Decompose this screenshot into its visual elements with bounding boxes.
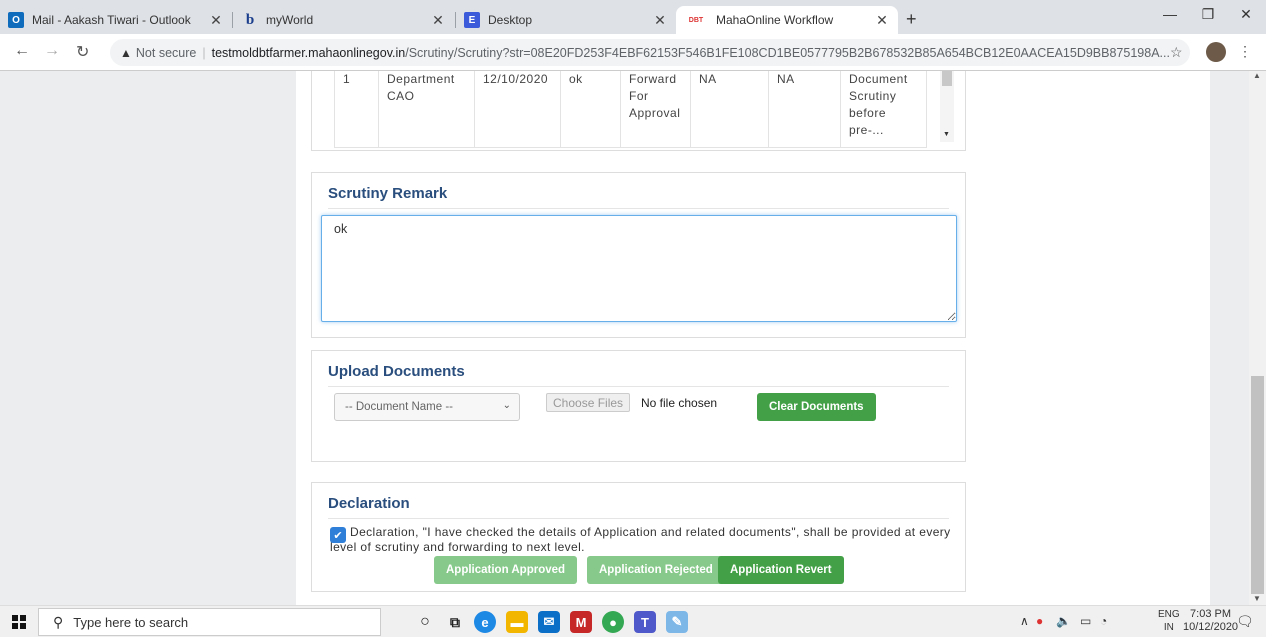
section-title: Upload Documents bbox=[328, 363, 949, 387]
file-status: No file chosen bbox=[641, 396, 718, 410]
scrollbar-thumb[interactable] bbox=[942, 71, 952, 86]
page-content: 1 Department CAO 12/10/2020 ok Forward F… bbox=[296, 71, 1210, 605]
teams-icon[interactable]: T bbox=[634, 611, 656, 633]
application-approved-button[interactable]: Application Approved bbox=[434, 556, 578, 584]
battery-icon[interactable]: ▭ bbox=[1080, 614, 1091, 628]
taskbar: ⚲ Type here to search ○ ⧉ e ▬ ✉ M ● T ✎ … bbox=[0, 605, 1266, 637]
browser-tab-strip: O Mail - Aakash Tiwari - Outlook ✕ b myW… bbox=[0, 0, 1266, 34]
restore-icon[interactable]: ❐ bbox=[1188, 6, 1228, 23]
declaration-text: Declaration, "I have checked the details… bbox=[330, 525, 951, 554]
tab-myworld[interactable]: b myWorld ✕ bbox=[234, 6, 454, 34]
section-title: Scrutiny Remark bbox=[328, 185, 949, 209]
section-title: Declaration bbox=[328, 495, 949, 519]
upload-documents-panel: Upload Documents -- Document Name -- ⌄ C… bbox=[311, 350, 966, 462]
tab-title: myWorld bbox=[266, 13, 314, 27]
clock-date: 10/12/2020 bbox=[1183, 621, 1239, 633]
table-cell: NA bbox=[768, 71, 841, 148]
page-scrollbar[interactable]: ▲ ▼ bbox=[1249, 71, 1266, 605]
page-viewport: 1 Department CAO 12/10/2020 ok Forward F… bbox=[0, 71, 1266, 605]
table-cell: Forward For Approval bbox=[620, 71, 691, 148]
security-label: Not secure bbox=[135, 45, 197, 60]
url-path: /Scrutiny/Scrutiny?str=08E20FD253F4EBF62… bbox=[405, 45, 1170, 60]
tab-title: Desktop bbox=[488, 13, 533, 27]
browser-toolbar: ← → ↻ ▲ Not secure | testmoldbtfarmer.ma… bbox=[0, 34, 1266, 71]
scrollbar-thumb[interactable] bbox=[1251, 376, 1264, 594]
minimize-icon[interactable]: — bbox=[1150, 6, 1190, 22]
table-cell: Department CAO bbox=[378, 71, 475, 148]
scrutiny-remark-input[interactable] bbox=[321, 215, 957, 322]
table-cell: Document Scrutiny before pre-... bbox=[840, 71, 927, 148]
application-rejected-button[interactable]: Application Rejected bbox=[587, 556, 725, 584]
choose-files-button[interactable]: Choose Files bbox=[546, 393, 631, 412]
close-icon[interactable]: ✕ bbox=[430, 12, 446, 29]
paint-icon[interactable]: ✎ bbox=[666, 611, 688, 633]
tray-app-icon[interactable]: ● bbox=[1036, 614, 1043, 628]
notification-icon[interactable]: 🗨 bbox=[1236, 613, 1254, 630]
history-panel: 1 Department CAO 12/10/2020 ok Forward F… bbox=[311, 71, 966, 151]
tab-title: MahaOnline Workflow bbox=[716, 13, 834, 27]
document-name-select[interactable]: -- Document Name -- ⌄ bbox=[334, 393, 520, 421]
close-icon[interactable]: ✕ bbox=[874, 12, 890, 29]
new-tab-button[interactable]: + bbox=[906, 9, 917, 30]
warning-icon: ▲ bbox=[120, 45, 132, 60]
bookmark-star-icon[interactable]: ☆ bbox=[1170, 44, 1183, 61]
reload-icon[interactable]: ↻ bbox=[76, 42, 89, 62]
taskbar-clock[interactable]: 7:03 PM 10/12/2020 bbox=[1183, 608, 1238, 634]
close-icon[interactable]: ✕ bbox=[652, 12, 668, 29]
volume-icon[interactable]: 🔈 bbox=[1056, 614, 1071, 628]
dbt-icon: DBT bbox=[688, 16, 704, 24]
address-divider: | bbox=[202, 45, 206, 60]
table-cell: NA bbox=[690, 71, 769, 148]
history-table: 1 Department CAO 12/10/2020 ok Forward F… bbox=[334, 71, 927, 148]
e-icon: E bbox=[464, 12, 480, 28]
tray-chevron-icon[interactable]: ∧ bbox=[1020, 614, 1029, 628]
clear-documents-button[interactable]: Clear Documents bbox=[757, 393, 876, 421]
tab-outlook[interactable]: O Mail - Aakash Tiwari - Outlook ✕ bbox=[0, 6, 232, 34]
mail-icon[interactable]: ✉ bbox=[538, 611, 560, 633]
windows-start-icon[interactable] bbox=[12, 615, 26, 629]
select-value: -- Document Name -- bbox=[345, 401, 453, 413]
b-icon: b bbox=[245, 11, 255, 28]
region-code: IN bbox=[1163, 622, 1174, 633]
tab-desktop[interactable]: E Desktop ✕ bbox=[456, 6, 676, 34]
table-cell: 12/10/2020 bbox=[474, 71, 561, 148]
declaration-panel: Declaration Declaration, "I have checked… bbox=[311, 482, 966, 592]
chevron-down-icon[interactable]: ▼ bbox=[1253, 594, 1261, 603]
cortana-icon[interactable]: ○ bbox=[414, 611, 436, 633]
wifi-icon[interactable]: ◔ bbox=[1100, 614, 1107, 628]
table-cell: 1 bbox=[334, 71, 379, 148]
chevron-down-icon: ⌄ bbox=[502, 400, 511, 411]
application-revert-button[interactable]: Application Revert bbox=[718, 556, 844, 584]
search-placeholder: Type here to search bbox=[73, 614, 189, 630]
outlook-icon: O bbox=[8, 12, 24, 28]
close-icon[interactable]: ✕ bbox=[208, 12, 224, 29]
address-bar[interactable]: ▲ Not secure | testmoldbtfarmer.mahaonli… bbox=[110, 39, 1190, 66]
language-indicator[interactable]: ENG IN bbox=[1158, 608, 1180, 634]
tab-divider bbox=[232, 12, 233, 28]
chrome-icon[interactable]: ● bbox=[602, 611, 624, 633]
close-window-icon[interactable]: ✕ bbox=[1226, 6, 1266, 23]
url-host: testmoldbtfarmer.mahaonlinegov.in bbox=[211, 45, 406, 60]
search-icon: ⚲ bbox=[53, 613, 64, 630]
table-cell: ok bbox=[560, 71, 621, 148]
table-row: 1 Department CAO 12/10/2020 ok Forward F… bbox=[334, 71, 927, 148]
avatar[interactable] bbox=[1206, 42, 1226, 62]
table-scrollbar[interactable]: ▼ bbox=[940, 71, 954, 142]
tab-title: Mail - Aakash Tiwari - Outlook bbox=[32, 13, 191, 27]
clock-time: 7:03 PM bbox=[1190, 608, 1232, 620]
tab-mahaonline-workflow[interactable]: DBT MahaOnline Workflow ✕ bbox=[676, 6, 898, 34]
mcafee-icon[interactable]: M bbox=[570, 611, 592, 633]
taskbar-search-input[interactable]: ⚲ Type here to search bbox=[38, 608, 381, 636]
declaration-checkbox[interactable]: ✔ bbox=[330, 527, 346, 543]
back-icon[interactable]: ← bbox=[14, 42, 30, 60]
more-menu-icon[interactable]: ⋮ bbox=[1238, 43, 1252, 60]
forward-icon[interactable]: → bbox=[44, 42, 60, 60]
file-explorer-icon[interactable]: ▬ bbox=[506, 611, 528, 633]
task-view-icon[interactable]: ⧉ bbox=[444, 611, 466, 633]
edge-icon[interactable]: e bbox=[474, 611, 496, 633]
scrutiny-remark-panel: Scrutiny Remark bbox=[311, 172, 966, 338]
chevron-up-icon[interactable]: ▲ bbox=[1253, 71, 1261, 80]
language-code: ENG bbox=[1158, 609, 1180, 620]
chevron-down-icon[interactable]: ▼ bbox=[943, 131, 950, 138]
